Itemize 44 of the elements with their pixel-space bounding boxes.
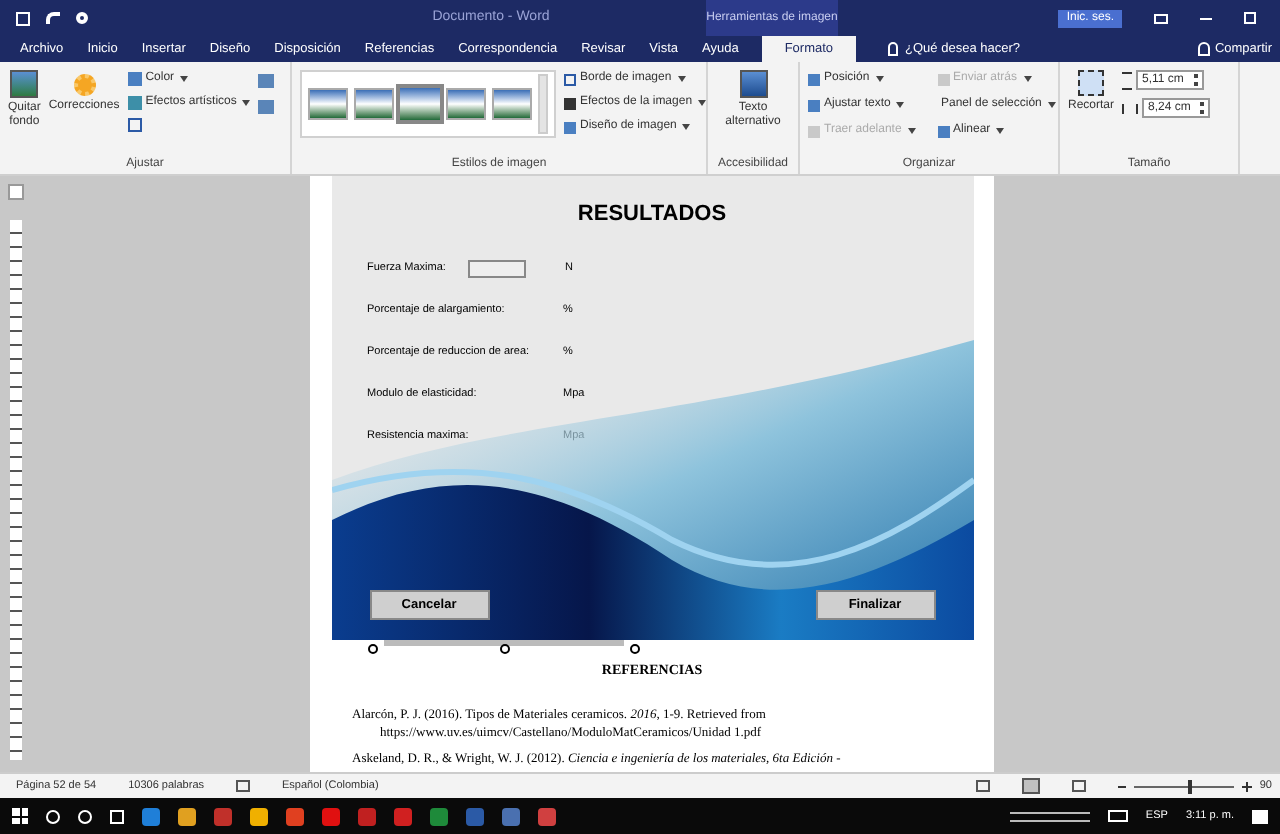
windows-start-icon[interactable]	[12, 808, 28, 824]
gallery-scrollbar[interactable]	[538, 74, 548, 134]
caret-icon	[875, 76, 884, 82]
caret-icon	[1023, 76, 1032, 82]
picture-style-thumbnail[interactable]	[400, 88, 440, 120]
caret-icon	[896, 102, 905, 108]
print-layout-icon[interactable]	[1021, 778, 1040, 794]
caret-icon	[996, 128, 1005, 134]
arrange-icon	[808, 99, 820, 111]
picture-icon	[10, 70, 39, 98]
caret-icon	[180, 76, 189, 82]
arrange-icon	[937, 73, 949, 85]
sun-icon	[73, 74, 96, 96]
width-icon[interactable]	[1122, 103, 1139, 113]
arrange-icon	[808, 73, 820, 85]
maximize-icon[interactable]	[1244, 12, 1256, 24]
arrange-icon	[808, 125, 820, 137]
spinner-icon	[1194, 74, 1199, 86]
caret-icon	[242, 100, 251, 106]
picture-icon	[739, 70, 767, 98]
caret-icon	[1047, 102, 1056, 108]
caret-icon	[698, 100, 707, 106]
caret-icon	[907, 128, 916, 134]
tab-selector-icon[interactable]	[8, 184, 24, 200]
input-field[interactable]	[467, 259, 525, 277]
picture-style-thumbnail[interactable]	[492, 88, 532, 120]
dialog-title: RESULTADOS	[575, 200, 729, 230]
minimize-icon[interactable]	[1200, 17, 1212, 19]
ribbon-display-icon[interactable]	[1154, 13, 1168, 23]
height-icon[interactable]	[1122, 71, 1133, 89]
zoom-in-icon[interactable]	[1241, 781, 1252, 791]
arrange-icon	[937, 125, 949, 137]
picture-style-thumbnail[interactable]	[354, 88, 394, 120]
caret-icon	[682, 124, 691, 130]
picture-style-thumbnail[interactable]	[308, 88, 348, 120]
undo-icon[interactable]	[46, 12, 60, 24]
zoom-slider-thumb[interactable]	[1188, 779, 1193, 793]
spinner-icon	[1200, 102, 1205, 114]
reset-picture-icon[interactable]	[258, 100, 275, 114]
crop-icon	[1078, 70, 1104, 96]
caret-icon	[677, 76, 686, 82]
change-picture-icon[interactable]	[258, 74, 275, 88]
color-icon	[127, 72, 142, 86]
picture-style-thumbnail[interactable]	[446, 88, 486, 120]
